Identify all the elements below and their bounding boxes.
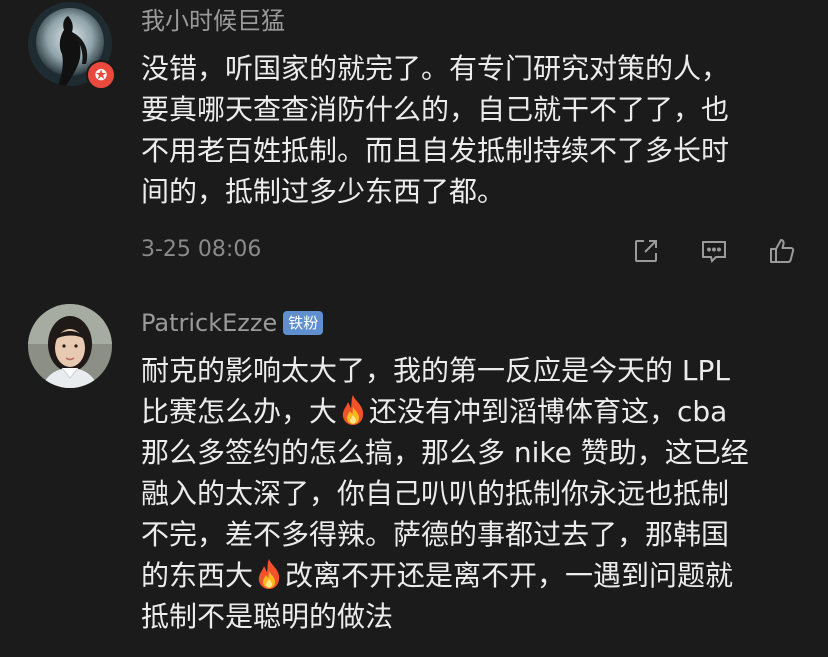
fire-emoji-icon (338, 394, 368, 426)
reply-icon[interactable] (699, 236, 729, 266)
comment-line: 那么多签约的怎么搞，那么多 nike 赞助，这已经 (141, 436, 749, 469)
comment-line: 不完，差不多得辣。萨德的事都过去了，那韩国 (141, 518, 730, 551)
star-badge-icon: ✪ (86, 60, 116, 90)
text-segment: 还没有冲到滔博体育这，cba (369, 395, 728, 428)
comment-line: 的东西大 改离不开还是离不开，一遇到问题就 (141, 555, 806, 596)
username[interactable]: 我小时候巨猛 (141, 6, 285, 36)
fire-emoji-icon (254, 558, 284, 590)
comment-list: ✪ 我小时候巨猛 没错，听国家的就完了。有专门研究对策的人， 要真哪天查查消防什… (0, 0, 828, 657)
timestamp: 3-25 08:06 (141, 237, 262, 262)
text-segment: 的东西大 (141, 559, 254, 592)
comment-line: 耐克的影响太大了，我的第一反应是今天的 LPL (141, 354, 730, 387)
comment-meta: 3-25 08:06 (141, 236, 801, 266)
comment-body: 耐克的影响太大了，我的第一反应是今天的 LPL 比赛怎么办，大 还没有冲到滔博体育… (141, 350, 806, 637)
fan-badge: 铁粉 (283, 311, 324, 335)
comment-line: 间的，抵制过多少东西了都。 (141, 175, 506, 208)
text-segment: 比赛怎么办，大 (141, 395, 338, 428)
text-segment: 改离不开还是离不开，一遇到问题就 (285, 559, 734, 592)
comment-line: 抵制不是聪明的做法 (141, 600, 394, 633)
comment-item: ✪ 我小时候巨猛 没错，听国家的就完了。有专门研究对策的人， 要真哪天查查消防什… (0, 0, 828, 292)
comment-body: 没错，听国家的就完了。有专门研究对策的人， 要真哪天查查消防什么的，自己就干不了… (141, 48, 806, 212)
comment-line: 不用老百姓抵制。而且自发抵制持续不了多长时 (141, 134, 730, 167)
comment-line: 没错，听国家的就完了。有专门研究对策的人， (141, 52, 730, 85)
username[interactable]: PatrickEzze (141, 308, 277, 338)
comment-line: 比赛怎么办，大 还没有冲到滔博体育这，cba (141, 391, 806, 432)
like-icon[interactable] (767, 236, 797, 266)
user-line: PatrickEzze 铁粉 (141, 308, 324, 338)
avatar[interactable] (28, 304, 112, 388)
comment-line: 要真哪天查查消防什么的，自己就干不了了，也 (141, 93, 730, 126)
comment-line: 融入的太深了，你自己叭叭的抵制你永远也抵制 (141, 477, 730, 510)
share-icon[interactable] (631, 236, 661, 266)
